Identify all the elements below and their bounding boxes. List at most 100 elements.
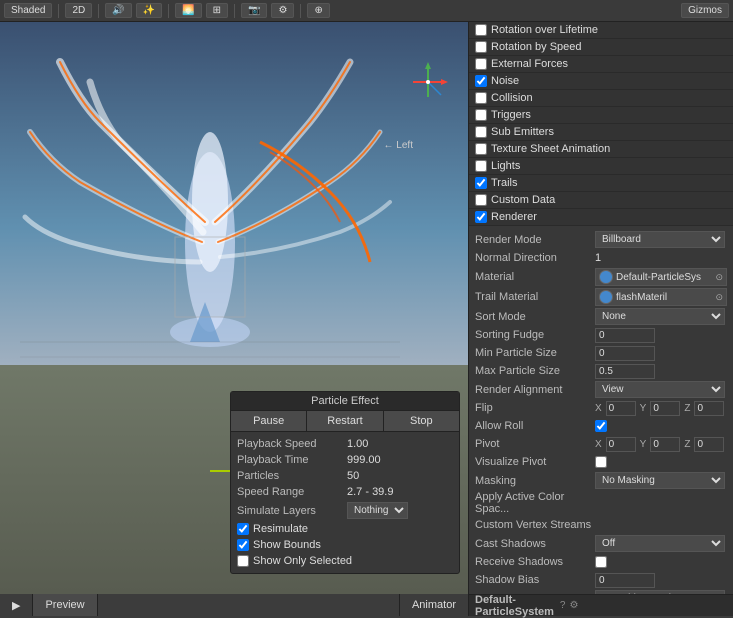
render-mode-row: Render Mode Billboard [475,230,727,249]
section-rotation-lifetime[interactable]: Rotation over Lifetime [469,22,733,39]
speed-range-label: Speed Range [237,486,347,498]
particle-panel-rows: Playback Speed 1.00 Playback Time 999.00… [231,432,459,573]
receive-shadows-checkbox[interactable] [595,556,607,568]
sky-icon[interactable]: 🌅 [175,3,201,18]
view-2d-toggle[interactable]: 2D [65,3,92,18]
pivot-y-input[interactable] [650,437,680,452]
section-texture-sheet[interactable]: Texture Sheet Animation [469,141,733,158]
resimulate-checkbox[interactable] [237,523,249,535]
flip-y-input[interactable] [650,401,680,416]
custom-vertex-label: Custom Vertex Streams [475,519,595,531]
material-row: Material Default-ParticleSys ⊙ [475,267,727,287]
masking-label: Masking [475,475,595,487]
cast-shadows-dropdown[interactable]: Off [595,535,725,552]
particles-row: Particles 50 [237,468,453,484]
pause-button[interactable]: Pause [231,411,307,431]
playback-speed-value[interactable]: 1.00 [347,438,453,450]
min-particle-size-input[interactable] [595,346,655,361]
shadow-bias-input[interactable] [595,573,655,588]
axis-indicator [403,57,453,107]
section-rotation-lifetime-checkbox[interactable] [475,24,487,36]
settings-icon[interactable]: ⚙ [271,3,294,18]
sort-mode-dropdown[interactable]: None [595,308,725,325]
preview-tab[interactable]: Preview [33,594,97,616]
grid-icon[interactable]: ⊞ [206,3,228,18]
playback-time-value[interactable]: 999.00 [347,454,453,466]
flip-z-input[interactable] [694,401,724,416]
visualize-pivot-checkbox[interactable] [595,456,607,468]
material-target-icon[interactable]: ⊙ [715,272,723,283]
shadow-bias-row: Shadow Bias [475,571,727,589]
render-alignment-dropdown[interactable]: View [595,381,725,398]
visualize-pivot-row: Visualize Pivot [475,453,727,471]
section-external-forces[interactable]: External Forces [469,56,733,73]
viewport[interactable]: ← Left Particle Effect Pause Restart Sto… [0,22,468,594]
section-custom-data[interactable]: Custom Data [469,192,733,209]
flip-x-input[interactable] [606,401,636,416]
trail-material-target-icon[interactable]: ⊙ [715,292,723,303]
apply-color-row: Apply Active Color Spac... [475,490,727,516]
trail-material-value[interactable]: flashMateril ⊙ [595,288,727,306]
cast-shadows-label: Cast Shadows [475,538,595,550]
allow-roll-label: Allow Roll [475,420,595,432]
section-renderer[interactable]: Renderer [469,209,733,226]
section-custom-data-checkbox[interactable] [475,194,487,206]
section-collision-checkbox[interactable] [475,92,487,104]
play-tab[interactable]: ▶ [0,594,33,616]
pivot-x-input[interactable] [606,437,636,452]
normal-direction-value[interactable]: 1 [595,252,727,264]
restart-button[interactable]: Restart [307,411,383,431]
sort-mode-row: Sort Mode None [475,307,727,326]
receive-shadows-label: Receive Shadows [475,556,595,568]
help-icon[interactable]: ? [560,600,566,611]
allow-roll-checkbox[interactable] [595,420,607,432]
pivot-z-input[interactable] [694,437,724,452]
section-lights-checkbox[interactable] [475,160,487,172]
section-sub-emitters[interactable]: Sub Emitters [469,124,733,141]
masking-dropdown[interactable]: No Masking [595,472,725,489]
gizmos-button[interactable]: Gizmos [681,3,729,18]
section-rotation-speed-checkbox[interactable] [475,41,487,53]
show-only-selected-checkbox[interactable] [237,555,249,567]
max-particle-size-input[interactable] [595,364,655,379]
simulate-layers-label: Simulate Layers [237,505,347,517]
render-mode-dropdown[interactable]: Billboard [595,231,725,248]
section-noise-checkbox[interactable] [475,75,487,87]
camera-icon[interactable]: 📷 [241,3,267,18]
section-sub-emitters-checkbox[interactable] [475,126,487,138]
simulate-layers-select[interactable]: Nothing [347,502,408,519]
section-external-forces-checkbox[interactable] [475,58,487,70]
section-collision[interactable]: Collision [469,90,733,107]
section-renderer-checkbox[interactable] [475,211,487,223]
section-lights[interactable]: Lights [469,158,733,175]
section-external-forces-label: External Forces [491,58,727,70]
sorting-fudge-input[interactable] [595,328,655,343]
effects-icon[interactable]: ✨ [136,3,162,18]
max-particle-size-label: Max Particle Size [475,365,595,377]
section-rotation-speed[interactable]: Rotation by Speed [469,39,733,56]
section-trails[interactable]: Trails [469,175,733,192]
material-value[interactable]: Default-ParticleSys ⊙ [595,268,727,286]
stop-button[interactable]: Stop [384,411,459,431]
trail-material-name: flashMateril [616,292,667,303]
settings-small-icon[interactable]: ⚙ [569,600,578,611]
particle-panel-buttons: Pause Restart Stop [231,411,459,432]
section-trails-checkbox[interactable] [475,177,487,189]
audio-icon[interactable]: 🔊 [105,3,131,18]
transform-icon[interactable]: ⊕ [307,3,329,18]
shading-mode-dropdown[interactable]: Shaded [4,3,52,18]
section-texture-sheet-checkbox[interactable] [475,143,487,155]
pivot-label: Pivot [475,438,595,450]
render-mode-label: Render Mode [475,234,595,246]
section-triggers-checkbox[interactable] [475,109,487,121]
section-triggers[interactable]: Triggers [469,107,733,124]
pivot-xyz-group: X Y Z [595,437,724,452]
renderer-properties: Render Mode Billboard Normal Direction 1… [469,226,733,594]
playback-time-row: Playback Time 999.00 [237,452,453,468]
show-bounds-checkbox[interactable] [237,539,249,551]
animator-tab[interactable]: Animator [399,594,468,616]
resimulate-row: Resimulate [237,521,453,537]
bottom-area: ▶ Preview Animator Default-ParticleSyste… [0,594,733,616]
show-only-selected-row: Show Only Selected [237,553,453,569]
section-noise[interactable]: Noise [469,73,733,90]
